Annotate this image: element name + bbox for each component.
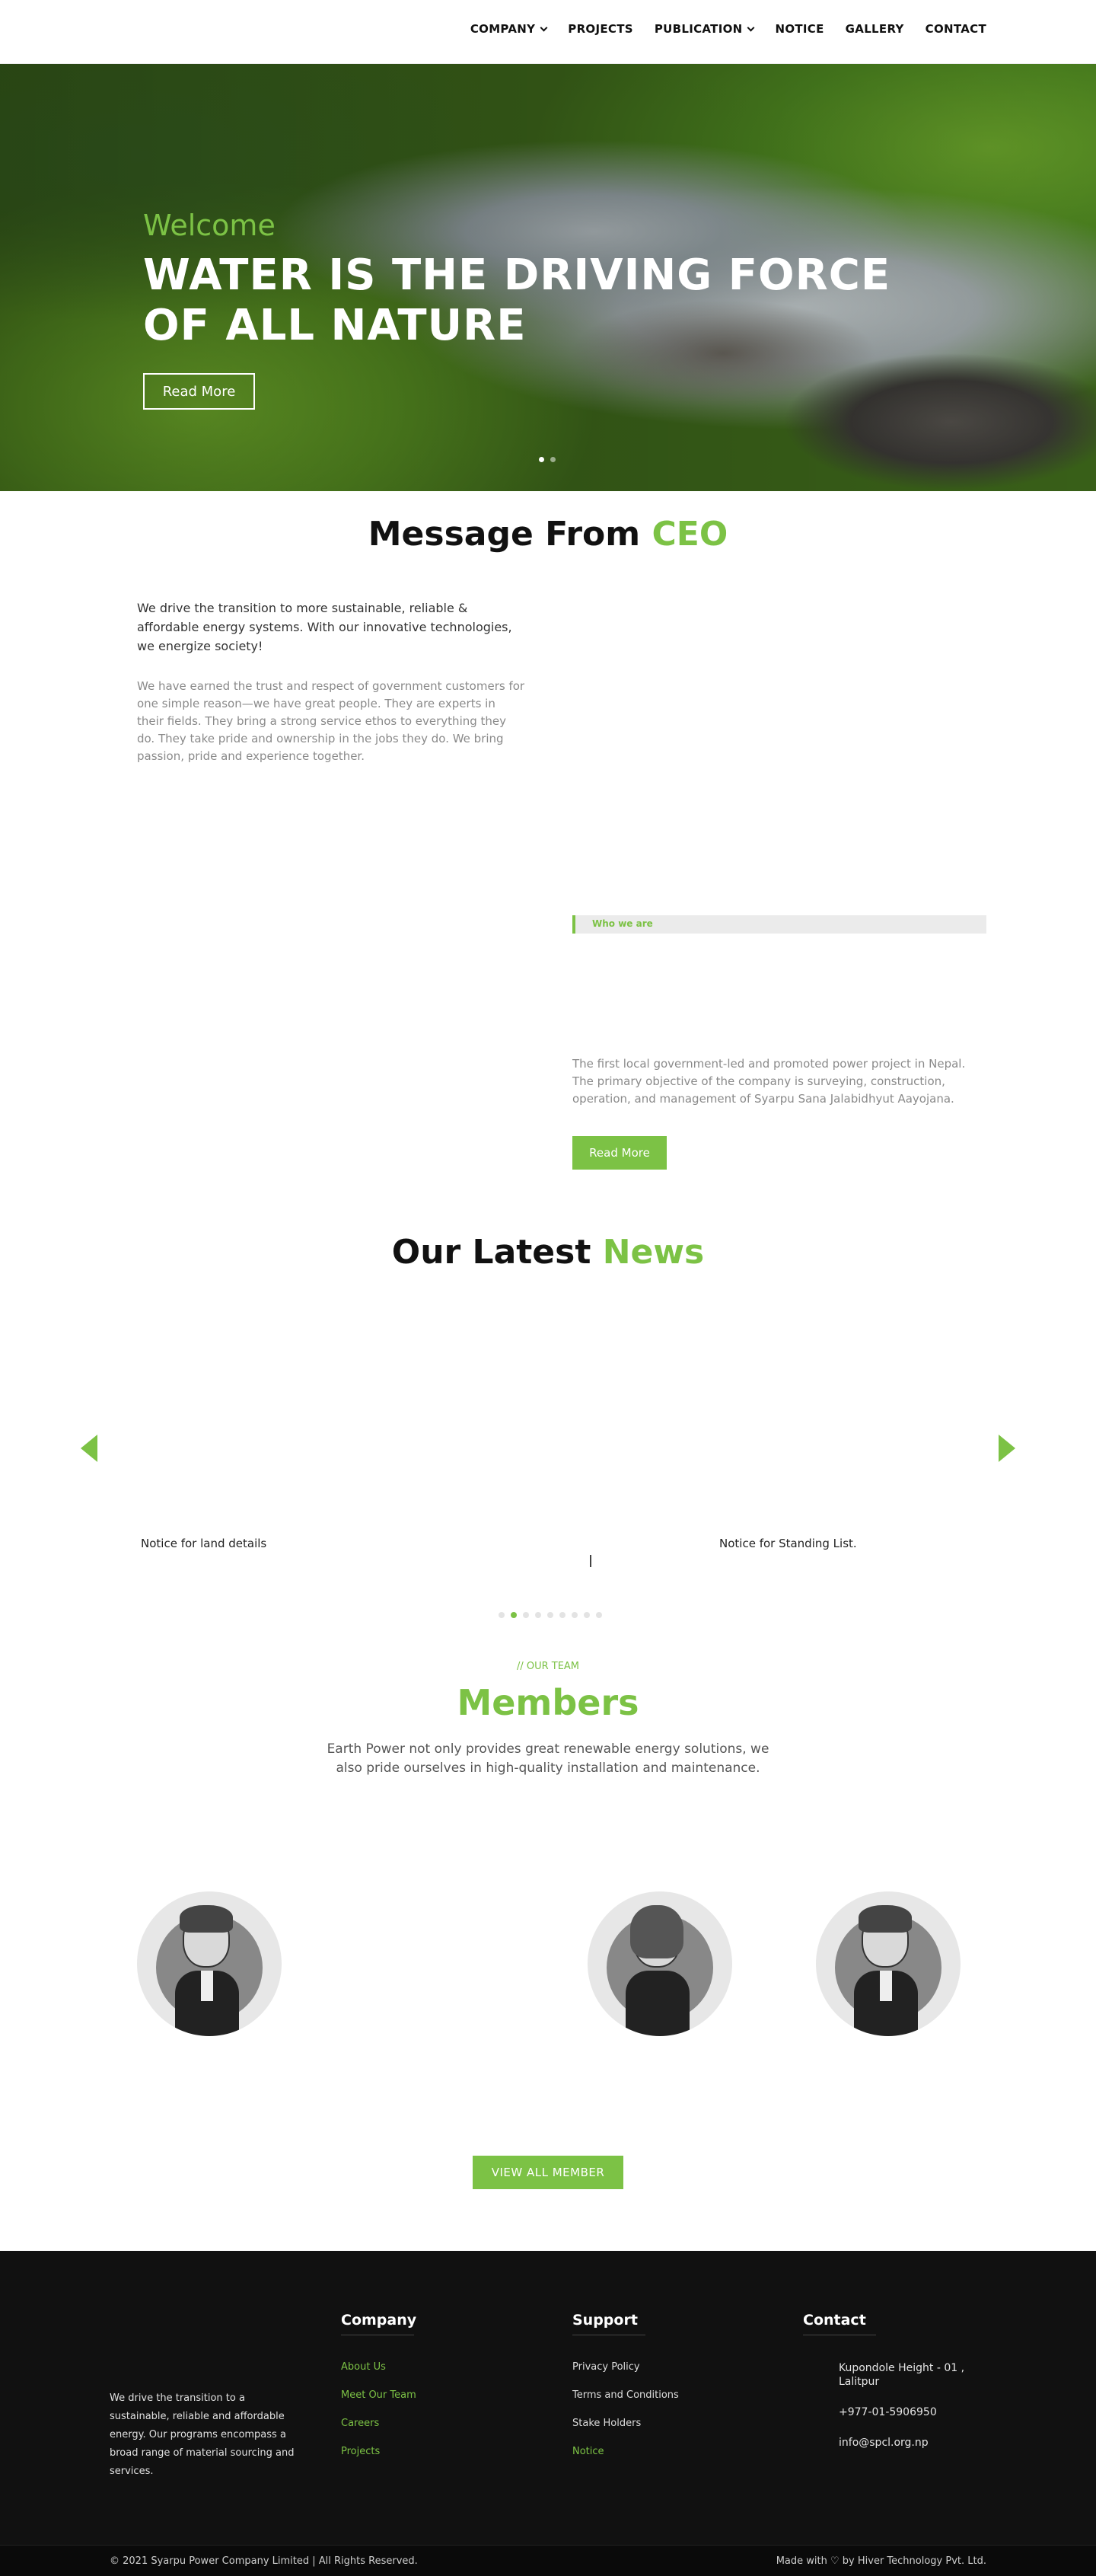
site-header: COMPANY PROJECTS PUBLICATION NOTICE GALL… [0,0,1096,64]
who-read-more-button[interactable]: Read More [572,1136,667,1170]
avatar-hair [859,1905,912,1933]
nav-publication[interactable]: PUBLICATION [654,22,755,36]
member-avatar-female[interactable] [588,1891,732,2036]
footer-support-title: Support [572,2312,645,2335]
hero-read-more-button[interactable]: Read More [143,373,255,410]
who-we-are-label: Who we are [592,918,653,929]
news-title-main: Our Latest [391,1233,603,1272]
footer-about-text: We drive the transition to a sustainable… [110,2392,295,2477]
nav-company[interactable]: COMPANY [470,22,548,36]
footer-link[interactable]: Projects [341,2446,416,2457]
nav-gallery-label: GALLERY [845,22,904,36]
text-cursor [590,1555,591,1567]
news-dot[interactable] [572,1612,578,1618]
members-description: Earth Power not only provides great rene… [327,1741,769,1776]
footer-link[interactable]: Privacy Policy [572,2361,679,2373]
news-dot[interactable] [535,1612,541,1618]
footer-support-column: Support Privacy Policy Terms and Conditi… [572,2312,679,2474]
footer-link[interactable]: Notice [572,2446,679,2457]
ceo-title-accent: CEO [652,515,728,554]
news-section-title: Our Latest News [0,1233,1096,1272]
news-item[interactable]: Notice for Standing List. [719,1537,857,1550]
nav-notice-label: NOTICE [775,22,824,36]
copyright-text: © 2021 Syarpu Power Company Limited | Al… [110,2555,418,2567]
footer-contact-column: Contact Kupondole Height - 01 , Lalitpur… [803,2312,983,2466]
nav-projects-label: PROJECTS [568,22,633,36]
hero-pagination [539,457,556,462]
nav-publication-label: PUBLICATION [654,22,743,36]
news-dot[interactable] [559,1612,566,1618]
ceo-lead-text: We drive the transition to more sustaina… [137,601,512,653]
nav-contact-label: CONTACT [925,22,986,36]
member-avatar-male[interactable] [137,1891,282,2036]
who-we-are-text: The first local government-led and promo… [572,1057,966,1106]
news-next-arrow-icon[interactable] [999,1435,1015,1462]
hero-dot-2[interactable] [550,457,556,462]
avatar-shirt [880,1971,892,2001]
footer-phone[interactable]: +977-01-5906950 [839,2405,983,2419]
hero-welcome: Welcome [143,209,276,242]
footer-company-title: Company [341,2312,416,2335]
made-with-text[interactable]: Made with ♡ by Hiver Technology Pvt. Ltd… [776,2555,986,2567]
avatar-hair [630,1905,683,1958]
view-all-member-button[interactable]: VIEW ALL MEMBER [473,2156,623,2189]
members-title: Members [457,1682,639,1723]
footer-link[interactable]: Terms and Conditions [572,2389,679,2401]
news-prev-arrow-icon[interactable] [81,1435,97,1462]
footer-bottom-bar: © 2021 Syarpu Power Company Limited | Al… [0,2545,1096,2576]
nav-contact[interactable]: CONTACT [926,22,986,36]
news-pagination [499,1612,602,1618]
news-dot[interactable] [584,1612,590,1618]
footer-link[interactable]: Stake Holders [572,2418,679,2429]
site-footer: We drive the transition to a sustainable… [0,2251,1096,2545]
chevron-down-icon [747,24,755,31]
hero-dot-1[interactable] [539,457,544,462]
footer-contact-title: Contact [803,2312,876,2335]
main-nav: COMPANY PROJECTS PUBLICATION NOTICE GALL… [449,22,986,36]
news-dot[interactable] [596,1612,602,1618]
avatar-suit [626,1971,690,2036]
news-dot[interactable] [511,1612,517,1618]
footer-link[interactable]: Careers [341,2418,416,2429]
footer-address: Kupondole Height - 01 , Lalitpur [839,2362,965,2388]
footer-company-column: Company About Us Meet Our Team Careers P… [341,2312,416,2474]
news-item[interactable]: Notice for land details [141,1537,266,1550]
news-title-accent: News [602,1233,705,1272]
hero-title: WATER IS THE DRIVING FORCE OF ALL NATURE [143,251,891,350]
avatar-shirt [201,1971,213,2001]
footer-link[interactable]: Meet Our Team [341,2389,416,2401]
nav-gallery[interactable]: GALLERY [846,22,904,36]
news-dot[interactable] [499,1612,505,1618]
nav-projects[interactable]: PROJECTS [568,22,633,36]
news-dot[interactable] [523,1612,529,1618]
who-we-are-tab: Who we are [572,915,986,934]
team-eyebrow: // OUR TEAM [516,1661,580,1672]
ceo-title-main: Message From [368,515,652,554]
footer-email[interactable]: info@spcl.org.np [839,2436,983,2450]
hero-slider: Welcome WATER IS THE DRIVING FORCE OF AL… [0,64,1096,491]
news-dot[interactable] [547,1612,553,1618]
ceo-body-text: We have earned the trust and respect of … [137,679,525,763]
avatar-hair [180,1905,233,1933]
footer-link[interactable]: About Us [341,2361,416,2373]
nav-company-label: COMPANY [470,22,536,36]
ceo-section-title: Message From CEO [0,515,1096,554]
member-avatar-male[interactable] [816,1891,961,2036]
chevron-down-icon [540,24,548,31]
nav-notice[interactable]: NOTICE [775,22,824,36]
